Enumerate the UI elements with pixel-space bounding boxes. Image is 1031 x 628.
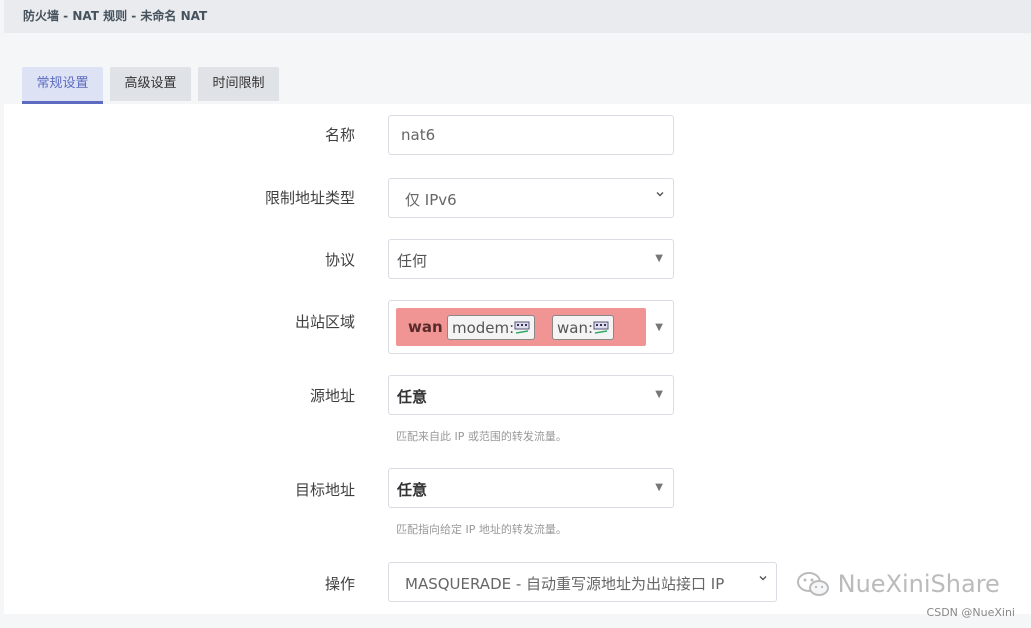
- zone-label: 出站区域: [294, 313, 355, 331]
- source-hint: 匹配来自此 IP 或范围的转发流量。: [396, 430, 567, 443]
- name-input[interactable]: nat6: [388, 115, 674, 155]
- network-port-icon: [593, 321, 609, 334]
- source-label: 源地址: [309, 387, 355, 405]
- watermark: NueXiniShare: [796, 570, 1000, 598]
- action-select-value: MASQUERADE - 自动重写源地址为出站接口 IP: [405, 575, 725, 593]
- caret-down-icon: ▼: [655, 322, 663, 333]
- page-header: 防火墙 - NAT 规则 - 未命名 NAT: [4, 0, 1031, 33]
- interface-wan: wan:: [552, 315, 615, 340]
- caret-down-icon: ▼: [655, 482, 663, 493]
- source-value: 任意: [397, 388, 428, 406]
- protocol-dropdown[interactable]: 任何 ▼: [388, 239, 674, 279]
- protocol-value: 任何: [397, 252, 428, 270]
- chevron-down-icon: [759, 576, 767, 581]
- zone-badge-wan[interactable]: wan modem: wan:: [396, 308, 646, 346]
- dest-value: 任意: [397, 481, 428, 499]
- family-select[interactable]: 仅 IPv6: [388, 178, 674, 218]
- tab-advanced[interactable]: 高级设置: [110, 67, 191, 101]
- watermark-credit: CSDN @NueXini: [926, 606, 1015, 619]
- watermark-text: NueXiniShare: [837, 570, 1000, 598]
- tab-general[interactable]: 常规设置: [22, 67, 103, 104]
- wechat-logo-icon: [797, 572, 829, 596]
- dest-dropdown[interactable]: 任意 ▼: [388, 468, 674, 508]
- chevron-down-icon: [656, 192, 664, 197]
- caret-down-icon: ▼: [655, 253, 663, 264]
- action-select[interactable]: MASQUERADE - 自动重写源地址为出站接口 IP: [388, 562, 777, 602]
- interface-modem: modem:: [447, 315, 536, 340]
- action-label: 操作: [324, 575, 355, 593]
- name-input-value: nat6: [401, 126, 436, 144]
- dest-hint: 匹配指向给定 IP 地址的转发流量。: [396, 523, 567, 536]
- page-title: 防火墙 - NAT 规则 - 未命名 NAT: [23, 9, 208, 23]
- source-dropdown[interactable]: 任意 ▼: [388, 375, 674, 415]
- zone-name: wan: [408, 318, 443, 336]
- protocol-label: 协议: [324, 251, 355, 269]
- tab-time[interactable]: 时间限制: [198, 67, 279, 101]
- name-label: 名称: [324, 126, 355, 144]
- family-select-value: 仅 IPv6: [405, 191, 457, 209]
- network-port-icon: [514, 321, 530, 334]
- caret-down-icon: ▼: [655, 389, 663, 400]
- dest-label: 目标地址: [294, 481, 355, 499]
- family-label: 限制地址类型: [264, 189, 355, 207]
